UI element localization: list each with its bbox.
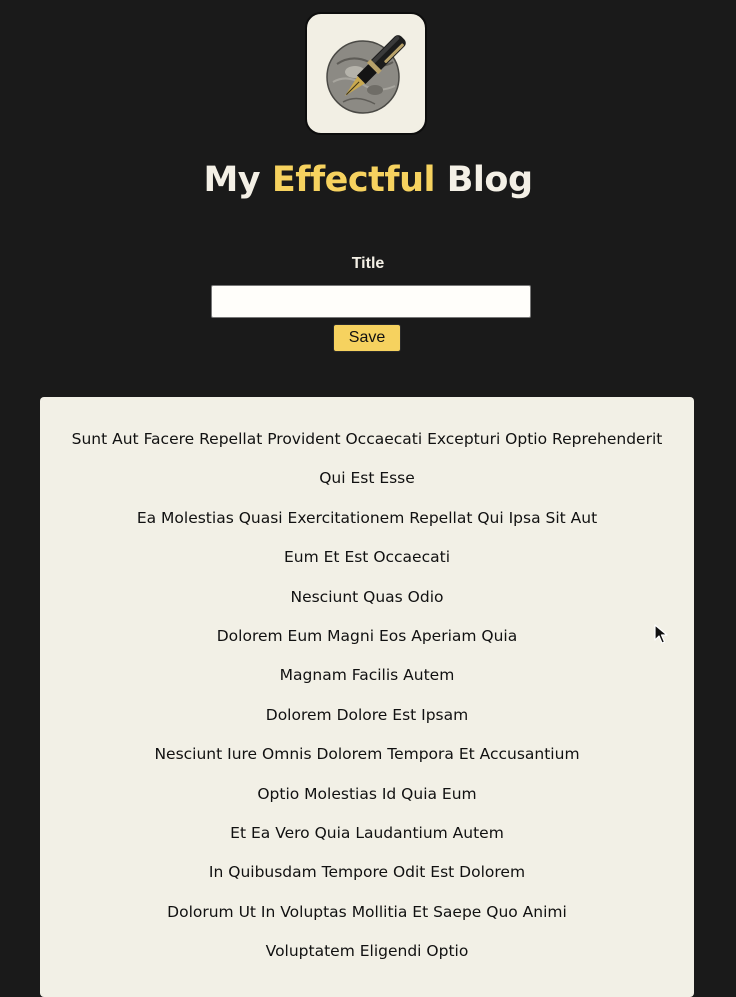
title-accent-text: Effectful (271, 160, 436, 200)
post-item[interactable]: Eum Et Est Occaecati (40, 544, 694, 583)
title-text-end: Blog (435, 160, 533, 200)
post-item[interactable]: Qui Est Esse (40, 465, 694, 504)
post-item[interactable]: In Quibusdam Tempore Odit Est Dolorem (40, 859, 694, 898)
post-item[interactable]: Nesciunt Quas Odio (40, 584, 694, 623)
page-title: My Effectful Blog (0, 160, 736, 200)
post-item[interactable]: Sunt Aut Facere Repellat Provident Occae… (40, 426, 694, 465)
post-item[interactable]: Dolorum Ut In Voluptas Mollitia Et Saepe… (40, 899, 694, 938)
post-item[interactable]: Dolorem Dolore Est Ipsam (40, 702, 694, 741)
fountain-pen-icon (326, 35, 406, 114)
post-item[interactable]: Voluptatem Eligendi Optio (40, 938, 694, 977)
mouse-pointer-icon (654, 624, 668, 644)
post-item[interactable]: Ea Molestias Quasi Exercitationem Repell… (40, 505, 694, 544)
post-item[interactable]: Dolorem Eum Magni Eos Aperiam Quia (40, 623, 694, 662)
blog-logo (305, 12, 427, 135)
post-list-panel: Sunt Aut Facere Repellat Provident Occae… (40, 397, 694, 997)
title-label: Title (351, 255, 385, 272)
post-list: Sunt Aut Facere Repellat Provident Occae… (40, 426, 694, 977)
post-item[interactable]: Nesciunt Iure Omnis Dolorem Tempora Et A… (40, 741, 694, 780)
post-item[interactable]: Magnam Facilis Autem (40, 662, 694, 701)
save-button[interactable]: Save (333, 324, 401, 352)
post-item[interactable]: Et Ea Vero Quia Laudantium Autem (40, 820, 694, 859)
title-text-start: My (203, 160, 272, 200)
title-input[interactable] (211, 285, 531, 318)
post-item[interactable]: Optio Molestias Id Quia Eum (40, 781, 694, 820)
